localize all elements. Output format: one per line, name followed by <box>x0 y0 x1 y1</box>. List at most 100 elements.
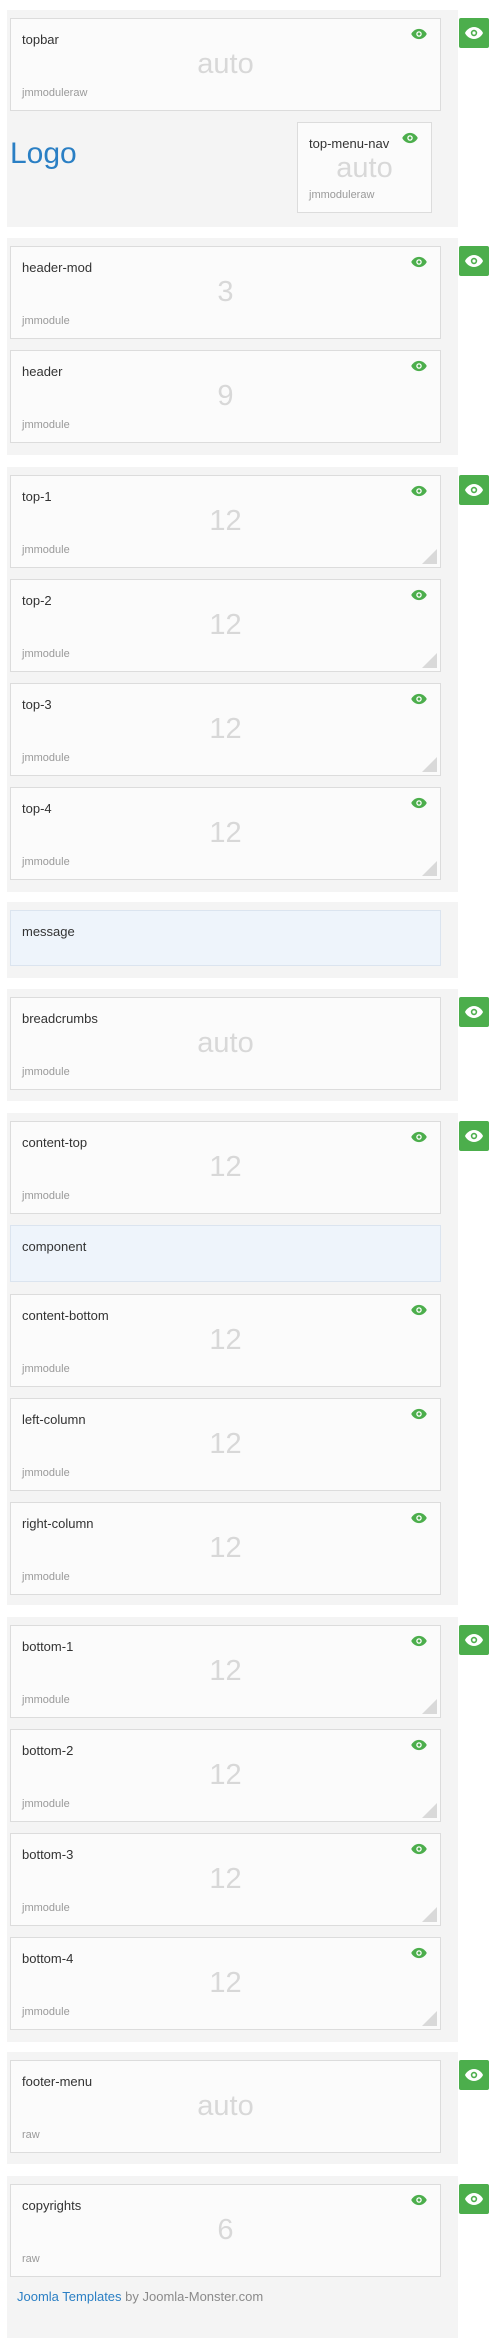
module-card-bottom-4[interactable]: bottom-4 12 jmmodule <box>10 1937 441 2030</box>
module-name: copyrights <box>22 2198 82 2213</box>
eye-icon[interactable] <box>410 1635 428 1647</box>
module-name: top-menu-nav <box>309 136 390 151</box>
module-name: bottom-4 <box>22 1951 74 1966</box>
module-name: bottom-2 <box>22 1743 74 1758</box>
eye-icon <box>465 255 483 267</box>
module-size: auto <box>197 1027 254 1059</box>
module-card-header[interactable]: header 9 jmmodule <box>10 350 441 443</box>
module-card-breadcrumbs[interactable]: breadcrumbs auto jmmodule <box>10 997 441 1090</box>
content-section-visibility-button[interactable] <box>459 1121 489 1151</box>
module-name: bottom-1 <box>22 1639 74 1654</box>
module-name: breadcrumbs <box>22 1011 98 1026</box>
eye-icon <box>465 27 483 39</box>
topbar-section-visibility-button[interactable] <box>459 18 489 48</box>
eye-icon[interactable] <box>410 1512 428 1524</box>
eye-icon[interactable] <box>410 256 428 268</box>
module-card-top-menu-nav[interactable]: top-menu-nav auto jmmoduleraw <box>297 122 432 213</box>
logo[interactable]: Logo <box>10 137 77 171</box>
module-card-content-bottom[interactable]: content-bottom 12 jmmodule <box>10 1294 441 1387</box>
module-name: top-4 <box>22 801 52 816</box>
module-card-bottom-3[interactable]: bottom-3 12 jmmodule <box>10 1833 441 1926</box>
resize-handle-icon[interactable] <box>422 549 437 564</box>
component-label: component <box>22 1239 87 1254</box>
module-size: 12 <box>209 1428 242 1460</box>
eye-icon[interactable] <box>401 132 419 144</box>
module-name: header-mod <box>22 260 93 275</box>
module-card-top-4[interactable]: top-4 12 jmmodule <box>10 787 441 880</box>
resize-handle-icon[interactable] <box>422 653 437 668</box>
eye-icon[interactable] <box>410 1947 428 1959</box>
module-name: top-1 <box>22 489 52 504</box>
eye-icon[interactable] <box>410 1304 428 1316</box>
module-name: footer-menu <box>22 2074 93 2089</box>
eye-icon <box>465 1006 483 1018</box>
breadcrumbs-section-visibility-button[interactable] <box>459 997 489 1027</box>
module-card-top-2[interactable]: top-2 12 jmmodule <box>10 579 441 672</box>
resize-handle-icon[interactable] <box>422 861 437 876</box>
resize-handle-icon[interactable] <box>422 757 437 772</box>
module-size: 12 <box>209 1967 242 1999</box>
module-size: 12 <box>209 1151 242 1183</box>
module-card-content-top[interactable]: content-top 12 jmmodule <box>10 1121 441 1214</box>
copyrights-section-visibility-button[interactable] <box>459 2184 489 2214</box>
eye-icon[interactable] <box>410 485 428 497</box>
eye-icon[interactable] <box>410 360 428 372</box>
module-card-footer-menu[interactable]: footer-menu auto raw <box>10 2060 441 2153</box>
module-name: content-bottom <box>22 1308 109 1323</box>
module-card-header-mod[interactable]: header-mod 3 jmmodule <box>10 246 441 339</box>
eye-icon <box>465 484 483 496</box>
joomla-templates-link[interactable]: Joomla Templates <box>17 2289 122 2304</box>
module-type: raw <box>22 2129 40 2141</box>
module-size: auto <box>197 2090 254 2122</box>
module-size: 12 <box>209 609 242 641</box>
module-card-bottom-1[interactable]: bottom-1 12 jmmodule <box>10 1625 441 1718</box>
eye-icon[interactable] <box>410 1131 428 1143</box>
top-section-visibility-button[interactable] <box>459 475 489 505</box>
message-block[interactable]: message <box>10 910 441 966</box>
module-name: left-column <box>22 1412 86 1427</box>
module-type: jmmodule <box>22 544 70 556</box>
module-size: 12 <box>209 1863 242 1895</box>
resize-handle-icon[interactable] <box>422 2011 437 2026</box>
module-card-top-3[interactable]: top-3 12 jmmodule <box>10 683 441 776</box>
eye-icon[interactable] <box>410 693 428 705</box>
header-section-visibility-button[interactable] <box>459 246 489 276</box>
module-size: auto <box>336 152 393 184</box>
module-card-bottom-2[interactable]: bottom-2 12 jmmodule <box>10 1729 441 1822</box>
module-type: jmmodule <box>22 1467 70 1479</box>
module-type: jmmodule <box>22 1694 70 1706</box>
eye-icon[interactable] <box>410 589 428 601</box>
bottom-section-visibility-button[interactable] <box>459 1625 489 1655</box>
module-card-copyrights[interactable]: copyrights 6 raw <box>10 2184 441 2277</box>
eye-icon[interactable] <box>410 28 428 40</box>
module-size: 12 <box>209 1324 242 1356</box>
module-type: jmmodule <box>22 315 70 327</box>
footer-credit: Joomla Templates by Joomla-Monster.com <box>17 2289 263 2304</box>
eye-icon[interactable] <box>410 2194 428 2206</box>
module-type: jmmodule <box>22 1571 70 1583</box>
component-block[interactable]: component <box>10 1225 441 1282</box>
module-type: raw <box>22 2253 40 2265</box>
module-card-right-column[interactable]: right-column 12 jmmodule <box>10 1502 441 1595</box>
footer-menu-section-visibility-button[interactable] <box>459 2060 489 2090</box>
resize-handle-icon[interactable] <box>422 1803 437 1818</box>
module-name: topbar <box>22 32 59 47</box>
module-type: jmmoduleraw <box>22 87 88 99</box>
eye-icon[interactable] <box>410 1739 428 1751</box>
eye-icon[interactable] <box>410 1408 428 1420</box>
module-type: jmmodule <box>22 752 70 764</box>
module-size: auto <box>197 48 254 80</box>
resize-handle-icon[interactable] <box>422 1907 437 1922</box>
module-type: jmmodule <box>22 1798 70 1810</box>
eye-icon[interactable] <box>410 1843 428 1855</box>
module-card-top-1[interactable]: top-1 12 jmmodule <box>10 475 441 568</box>
module-size: 12 <box>209 1655 242 1687</box>
module-card-left-column[interactable]: left-column 12 jmmodule <box>10 1398 441 1491</box>
module-name: top-3 <box>22 697 52 712</box>
module-card-topbar[interactable]: topbar auto jmmoduleraw <box>10 18 441 111</box>
eye-icon[interactable] <box>410 797 428 809</box>
module-type: jmmodule <box>22 648 70 660</box>
module-size: 6 <box>217 2214 234 2246</box>
resize-handle-icon[interactable] <box>422 1699 437 1714</box>
module-size: 12 <box>209 713 242 745</box>
